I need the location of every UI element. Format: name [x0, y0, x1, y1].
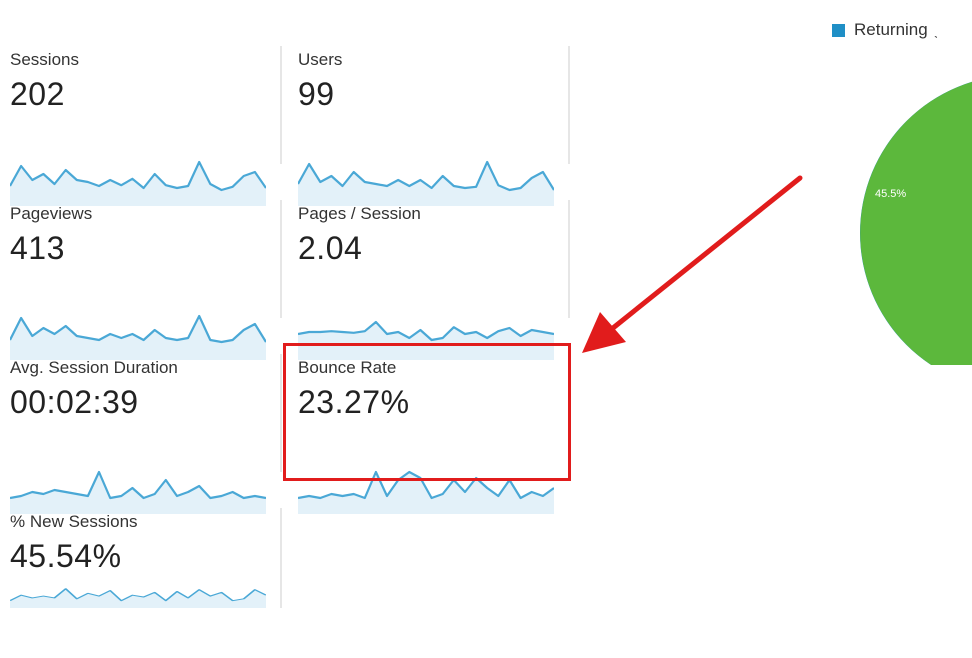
metric-label: % New Sessions: [10, 512, 138, 531]
metric-sessions[interactable]: Sessions 202: [0, 46, 270, 206]
divider: [280, 508, 282, 608]
sparkline-new-sessions: [10, 588, 266, 608]
divider: [280, 200, 282, 318]
metric-value: 99: [298, 76, 335, 112]
metric-value: 202: [10, 76, 65, 112]
bounce-rate-highlight-box: [283, 343, 571, 481]
pie-chart[interactable]: [850, 65, 972, 365]
divider: [280, 354, 282, 472]
annotation-arrow-icon: [582, 175, 803, 353]
pie-slice-label: 45.5%: [875, 188, 907, 200]
metric-avg-session-duration[interactable]: Avg. Session Duration 00:02:39: [0, 354, 270, 514]
metric-value: 00:02:39: [10, 384, 139, 420]
metric-pageviews[interactable]: Pageviews 413: [0, 200, 270, 360]
sparkline-pageviews: [10, 314, 266, 360]
metric-label: Pages / Session: [298, 204, 421, 223]
divider: [568, 46, 570, 164]
metric-label: Users: [298, 50, 343, 69]
metric-label: Pageviews: [10, 204, 93, 223]
chart-legend[interactable]: Returning ˎ: [832, 20, 939, 40]
metric-value: 45.54%: [10, 538, 122, 574]
metric-label: Sessions: [10, 50, 79, 69]
metric-users[interactable]: Users 99: [288, 46, 558, 206]
metric-value: 2.04: [298, 230, 363, 266]
sparkline-sessions: [10, 160, 266, 206]
metric-value: 413: [10, 230, 65, 266]
metric-new-sessions[interactable]: % New Sessions 45.54%: [0, 508, 270, 658]
legend-swatch: [832, 23, 845, 37]
metric-label: Avg. Session Duration: [10, 358, 178, 377]
sparkline-avg-session-duration: [10, 470, 266, 514]
divider: [280, 46, 282, 164]
metric-pages-per-session[interactable]: Pages / Session 2.04: [288, 200, 558, 360]
legend-tick: ˎ: [933, 21, 939, 39]
legend-label-returning: Returning: [854, 20, 928, 39]
sparkline-users: [298, 160, 554, 206]
sparkline-area: [10, 588, 266, 608]
pie-slice-new[interactable]: [860, 75, 972, 365]
